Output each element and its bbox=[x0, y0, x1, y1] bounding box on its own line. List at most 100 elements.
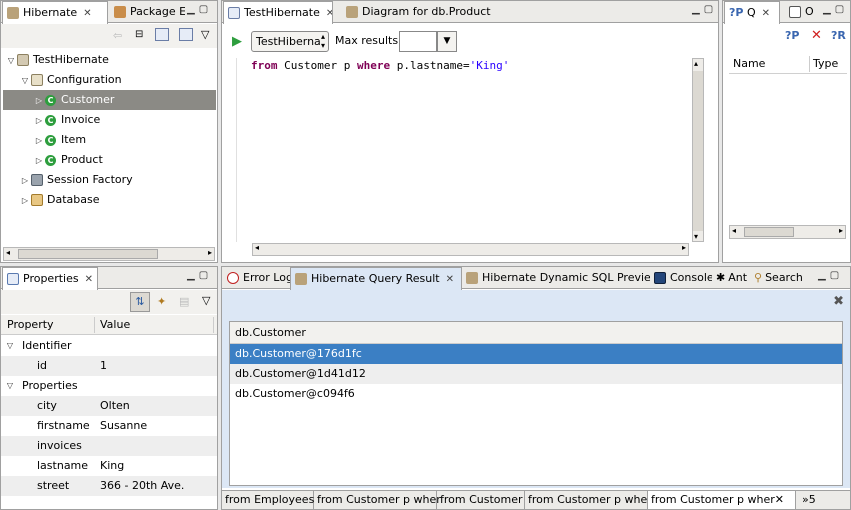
scroll-left-icon[interactable]: ◂ bbox=[6, 248, 10, 257]
collapsed-icon[interactable]: ▷ bbox=[33, 131, 45, 151]
close-icon[interactable]: ✕ bbox=[446, 274, 454, 285]
property-group-identifier[interactable]: ▽ Identifier bbox=[1, 336, 217, 356]
property-row-firstname[interactable]: firstname Susanne bbox=[1, 416, 217, 436]
close-icon[interactable]: ✕ bbox=[775, 493, 784, 506]
max-results-input[interactable] bbox=[399, 31, 437, 52]
tree-item-session-factory[interactable]: ▷ Session Factory bbox=[19, 170, 133, 190]
tab-ant[interactable]: ✱ Ant bbox=[712, 267, 750, 289]
clear-results-icon[interactable]: ✖ bbox=[833, 294, 844, 309]
tab-query-parameters[interactable]: ?P Q ✕ bbox=[724, 1, 780, 24]
advanced-properties-icon[interactable]: ✦ bbox=[157, 295, 166, 308]
expanded-icon[interactable]: ▽ bbox=[4, 376, 16, 396]
close-icon[interactable]: ✕ bbox=[83, 8, 91, 19]
more-tabs-button[interactable]: »5 bbox=[802, 491, 816, 509]
property-row-invoices[interactable]: invoices bbox=[1, 436, 217, 456]
column-header-name[interactable]: Name bbox=[733, 57, 765, 70]
view-menu-icon[interactable]: ▽ bbox=[202, 294, 210, 307]
tree-item-configuration[interactable]: ▽ Configuration bbox=[19, 70, 215, 90]
remove-parameter-icon[interactable]: ✕ bbox=[811, 28, 822, 43]
tree-item-customer[interactable]: ▷ C Customer bbox=[3, 90, 216, 110]
query-tab-active[interactable]: from Customer p wher✕ bbox=[648, 491, 796, 509]
column-header-property[interactable]: Property bbox=[7, 318, 54, 331]
expanded-icon[interactable]: ▽ bbox=[19, 71, 31, 91]
class-icon: C bbox=[45, 94, 56, 106]
close-icon[interactable]: ✕ bbox=[85, 274, 93, 285]
tab-outline[interactable]: O bbox=[785, 1, 821, 23]
collapsed-icon[interactable]: ▷ bbox=[19, 171, 31, 191]
tab-console[interactable]: Console bbox=[650, 267, 712, 289]
query-tab[interactable]: from Employees bbox=[222, 491, 314, 509]
column-header-value[interactable]: Value bbox=[100, 318, 130, 331]
scroll-down-icon[interactable]: ▾ bbox=[694, 232, 698, 241]
scroll-thumb[interactable] bbox=[744, 227, 794, 237]
scroll-left-icon[interactable]: ◂ bbox=[732, 226, 736, 235]
tab-diagram-product[interactable]: Diagram for db.Product bbox=[342, 1, 522, 23]
property-group-properties[interactable]: ▽ Properties bbox=[1, 376, 217, 396]
result-row[interactable]: db.Customer@176d1fc bbox=[230, 344, 842, 364]
close-icon[interactable]: ✕ bbox=[762, 8, 770, 19]
back-icon[interactable]: ⇦ bbox=[113, 29, 122, 42]
tree-item-testhibernate[interactable]: ▽ TestHibernate bbox=[5, 50, 215, 70]
query-tab[interactable]: from Customer p wher bbox=[525, 491, 652, 509]
collapsed-icon[interactable]: ▷ bbox=[33, 111, 45, 131]
editor-tabbar: TestHibernate✕ Diagram for db.Product ▁▢ bbox=[222, 1, 718, 24]
expanded-icon[interactable]: ▽ bbox=[5, 51, 17, 71]
query-text-area[interactable]: from Customer p where p.lastname='King' bbox=[236, 58, 693, 242]
result-row[interactable]: db.Customer@1d41d12 bbox=[230, 364, 842, 384]
editor-horizontal-scrollbar[interactable]: ◂ ▸ bbox=[252, 243, 689, 256]
add-parameter-icon[interactable]: ?P bbox=[785, 29, 799, 42]
scroll-thumb[interactable] bbox=[18, 249, 158, 259]
view-menu-icon[interactable]: ▽ bbox=[201, 28, 209, 41]
tree-item-database[interactable]: ▷ Database bbox=[19, 190, 100, 210]
collapsed-icon[interactable]: ▷ bbox=[19, 191, 31, 211]
tab-hibernate[interactable]: Hibernate ✕ bbox=[2, 1, 108, 24]
tab-dynamic-sql-preview[interactable]: Hibernate Dynamic SQL Preview bbox=[462, 267, 650, 289]
minimize-maximize-icons[interactable]: ▁▢ bbox=[818, 270, 843, 281]
remove-all-icon[interactable]: ?R bbox=[831, 29, 846, 42]
minimize-maximize-icons[interactable]: ▁▢ bbox=[692, 4, 717, 15]
tab-hibernate-query-result[interactable]: Hibernate Query Result ✕ bbox=[290, 267, 462, 290]
property-row-city[interactable]: city Olten bbox=[1, 396, 217, 416]
scroll-right-icon[interactable]: ▸ bbox=[208, 248, 212, 257]
collapsed-icon[interactable]: ▷ bbox=[33, 151, 45, 171]
minimize-maximize-icons[interactable]: ▁▢ bbox=[823, 4, 848, 15]
hibernate-icon bbox=[7, 7, 19, 19]
criteria-editor-icon[interactable] bbox=[179, 28, 193, 41]
params-horizontal-scrollbar[interactable]: ◂ ▸ bbox=[729, 225, 846, 239]
tab-properties[interactable]: Properties ✕ bbox=[2, 267, 98, 290]
tab-search[interactable]: ⚲ Search bbox=[750, 267, 812, 289]
tab-testhibernate[interactable]: TestHibernate✕ bbox=[223, 1, 333, 24]
property-row-id[interactable]: id 1 bbox=[1, 356, 217, 376]
minimize-maximize-icons[interactable]: ▁▢ bbox=[187, 4, 212, 15]
categories-icon[interactable]: ⇅ bbox=[130, 292, 150, 312]
tree-item-product[interactable]: ▷ C Product bbox=[33, 150, 103, 170]
scroll-right-icon[interactable]: ▸ bbox=[839, 226, 843, 235]
query-tab[interactable]: from Customer p wher bbox=[314, 491, 441, 509]
scroll-left-icon[interactable]: ◂ bbox=[255, 243, 259, 252]
expanded-icon[interactable]: ▽ bbox=[4, 336, 16, 356]
close-icon[interactable]: ✕ bbox=[326, 8, 332, 19]
tab-package-explorer[interactable]: Package E bbox=[110, 1, 185, 23]
result-row[interactable]: db.Customer@c094f6 bbox=[230, 384, 842, 404]
scroll-thumb[interactable] bbox=[693, 71, 703, 231]
property-row-lastname[interactable]: lastname King bbox=[1, 456, 217, 476]
tab-error-log[interactable]: Error Log bbox=[223, 267, 291, 289]
hql-editor-icon[interactable] bbox=[155, 28, 169, 41]
property-row-street[interactable]: street 366 - 20th Ave. bbox=[1, 476, 217, 496]
column-header-type[interactable]: Type bbox=[813, 57, 838, 70]
query-tab[interactable]: from Customer bbox=[437, 491, 525, 509]
run-icon[interactable]: ▶ bbox=[232, 34, 242, 49]
editor-vertical-scrollbar[interactable]: ▴ ▾ bbox=[692, 58, 704, 242]
max-results-dropdown-icon[interactable]: ▼ bbox=[437, 31, 457, 52]
tree-item-item[interactable]: ▷ C Item bbox=[33, 130, 86, 150]
restore-default-icon[interactable]: ▤ bbox=[179, 295, 189, 308]
collapsed-icon[interactable]: ▷ bbox=[33, 91, 45, 111]
horizontal-scrollbar[interactable]: ◂ ▸ bbox=[3, 247, 215, 261]
tree-item-invoice[interactable]: ▷ C Invoice bbox=[33, 110, 100, 130]
collapse-all-icon[interactable]: ⊟ bbox=[135, 29, 143, 40]
result-column-header[interactable]: db.Customer bbox=[230, 322, 842, 344]
scroll-right-icon[interactable]: ▸ bbox=[682, 243, 686, 252]
configuration-select[interactable]: TestHiberna ▴ ▾ bbox=[251, 31, 329, 52]
minimize-maximize-icons[interactable]: ▁▢ bbox=[187, 270, 212, 281]
scroll-up-icon[interactable]: ▴ bbox=[694, 59, 698, 68]
